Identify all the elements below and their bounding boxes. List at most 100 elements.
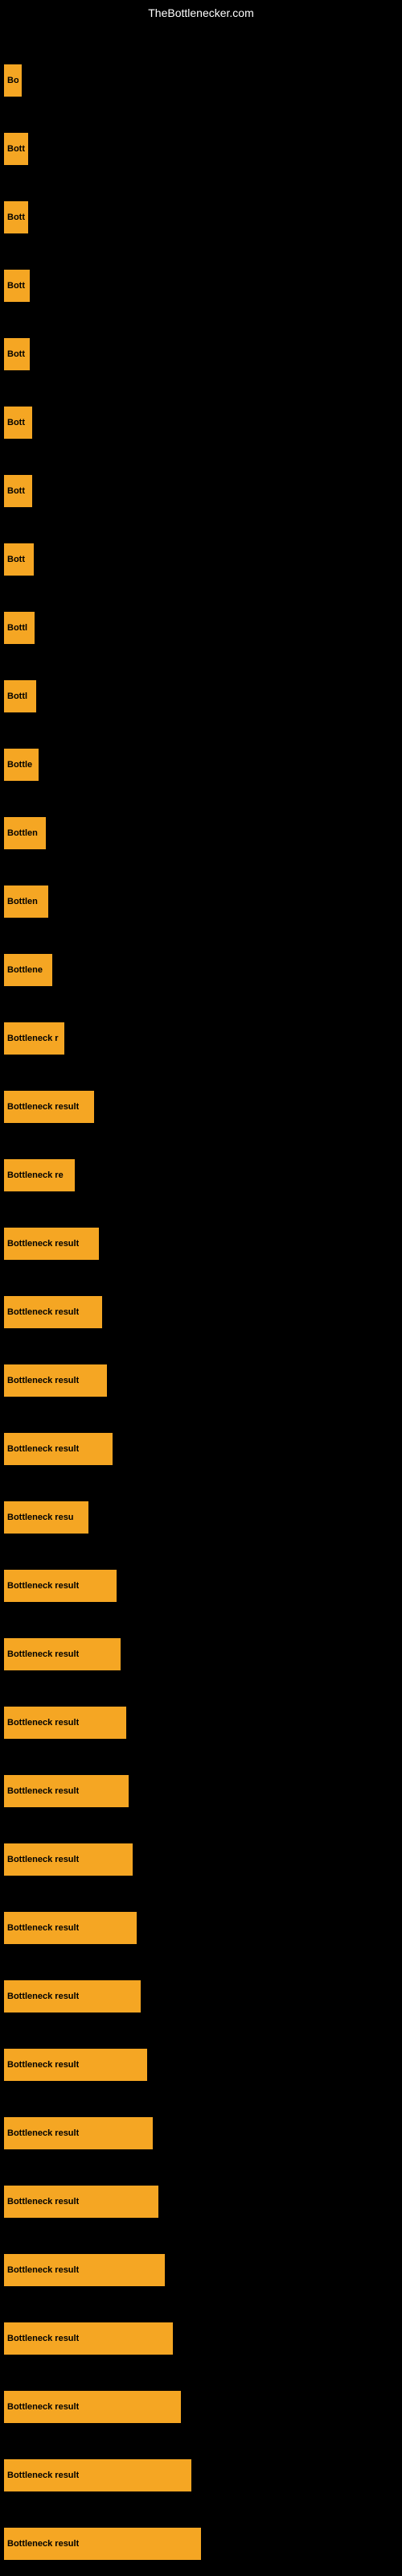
bar-label: Bottleneck result	[7, 1718, 79, 1728]
bar-label: Bottleneck result	[7, 2060, 79, 2070]
bar-label: Bottleneck result	[7, 2539, 79, 2549]
result-bar: Bottleneck result	[4, 1638, 121, 1670]
result-bar: Bottleneck result	[4, 1843, 133, 1876]
result-bar: Bottleneck result	[4, 2254, 165, 2286]
result-bar: Bottleneck result	[4, 1364, 107, 1397]
bar-label: Bottleneck result	[7, 1239, 79, 1249]
bar-label: Bottleneck r	[7, 1034, 59, 1043]
bar-label: Bottleneck result	[7, 2471, 79, 2480]
bar-row: Bottl	[0, 664, 402, 729]
bar-row: Bottleneck r	[0, 1006, 402, 1071]
bar-row: Bottlen	[0, 801, 402, 865]
result-bar: Bottleneck result	[4, 2117, 153, 2149]
bar-row: Bottleneck result	[0, 2101, 402, 2165]
bar-row: Bott	[0, 322, 402, 386]
bar-label: Bottlen	[7, 897, 38, 906]
bar-row: Bottleneck result	[0, 1417, 402, 1481]
bar-row: Bottleneck result	[0, 1622, 402, 1686]
bar-row: Bottlen	[0, 869, 402, 934]
bar-label: Bottleneck result	[7, 1444, 79, 1454]
result-bar: Bottleneck result	[4, 1775, 129, 1807]
bar-row: Bott	[0, 117, 402, 181]
bar-label: Bottleneck result	[7, 1649, 79, 1659]
bar-row: Bottleneck result	[0, 1964, 402, 2029]
bar-row: Bottleneck result	[0, 1075, 402, 1139]
result-bar: Bottleneck result	[4, 1707, 126, 1739]
bar-label: Bottleneck result	[7, 1855, 79, 1864]
bar-label: Bott	[7, 555, 25, 564]
result-bar: Bottlen	[4, 817, 46, 849]
bar-row: Bott	[0, 390, 402, 455]
bar-label: Bottleneck resu	[7, 1513, 74, 1522]
result-bar: Bottleneck result	[4, 1912, 137, 1944]
bar-label: Bottlene	[7, 965, 43, 975]
bar-row: Bo	[0, 48, 402, 113]
bar-label: Bottle	[7, 760, 32, 770]
result-bar: Bottleneck result	[4, 2528, 201, 2560]
bar-label: Bottleneck result	[7, 2128, 79, 2138]
bar-label: Bottleneck result	[7, 2197, 79, 2207]
result-bar: Bo	[4, 64, 22, 97]
result-bar: Bottleneck r	[4, 1022, 64, 1055]
bar-label: Bottleneck result	[7, 1102, 79, 1112]
bar-row: Bott	[0, 459, 402, 523]
result-bar: Bottle	[4, 749, 39, 781]
result-bar: Bott	[4, 201, 28, 233]
bar-row: Bottleneck result	[0, 1759, 402, 1823]
bar-label: Bottl	[7, 691, 27, 701]
bar-label: Bottleneck result	[7, 2402, 79, 2412]
result-bar: Bottleneck result	[4, 1228, 99, 1260]
bar-label: Bottleneck result	[7, 1376, 79, 1385]
result-bar: Bottleneck result	[4, 2186, 158, 2218]
bar-label: Bottleneck result	[7, 1992, 79, 2001]
bar-label: Bott	[7, 349, 25, 359]
result-bar: Bottl	[4, 612, 35, 644]
bar-row: Bottleneck result	[0, 2443, 402, 2508]
result-bar: Bottlen	[4, 886, 48, 918]
bar-label: Bott	[7, 486, 25, 496]
bar-row: Bottleneck result	[0, 1348, 402, 1413]
result-bar: Bottl	[4, 680, 36, 712]
bar-label: Bottleneck result	[7, 2265, 79, 2275]
result-bar: Bott	[4, 338, 30, 370]
bar-label: Bottlen	[7, 828, 38, 838]
result-bar: Bottleneck result	[4, 2459, 191, 2491]
bar-row: Bottleneck result	[0, 1212, 402, 1276]
bar-row: Bottleneck resu	[0, 1485, 402, 1550]
result-bar: Bottleneck result	[4, 1433, 113, 1465]
bar-row: Bott	[0, 185, 402, 250]
bar-row: Bottlene	[0, 938, 402, 1002]
bar-row: Bottleneck result	[0, 1690, 402, 1755]
bar-row: Bottleneck result	[0, 2512, 402, 2576]
bar-row: Bottleneck result	[0, 2169, 402, 2234]
result-bar: Bottleneck result	[4, 2322, 173, 2355]
bar-label: Bo	[7, 76, 18, 85]
bar-label: Bottleneck result	[7, 1923, 79, 1933]
result-bar: Bottleneck re	[4, 1159, 75, 1191]
result-bar: Bottleneck result	[4, 1570, 117, 1602]
result-bar: Bott	[4, 133, 28, 165]
bar-row: Bottleneck result	[0, 2375, 402, 2439]
result-bar: Bott	[4, 407, 32, 439]
result-bar: Bottleneck result	[4, 1296, 102, 1328]
result-bar: Bottleneck result	[4, 2391, 181, 2423]
bar-label: Bottleneck result	[7, 2334, 79, 2343]
bar-row: Bottleneck result	[0, 1554, 402, 1618]
result-bar: Bottleneck result	[4, 2049, 147, 2081]
bar-row: Bottleneck result	[0, 2033, 402, 2097]
result-bar: Bott	[4, 475, 32, 507]
bar-row: Bottle	[0, 733, 402, 797]
bar-label: Bottleneck result	[7, 1786, 79, 1796]
bar-label: Bott	[7, 281, 25, 291]
bar-row: Bottleneck re	[0, 1143, 402, 1208]
bar-row: Bottleneck result	[0, 2306, 402, 2371]
bar-row: Bottleneck result	[0, 1280, 402, 1344]
bar-row: Bott	[0, 527, 402, 592]
result-bar: Bottleneck result	[4, 1980, 141, 2013]
result-bar: Bott	[4, 270, 30, 302]
bar-row: Bottleneck result	[0, 1896, 402, 1960]
bar-row: Bottleneck result	[0, 1827, 402, 1892]
result-bar: Bottlene	[4, 954, 52, 986]
bar-row: Bott	[0, 254, 402, 318]
bar-row: Bottl	[0, 596, 402, 660]
